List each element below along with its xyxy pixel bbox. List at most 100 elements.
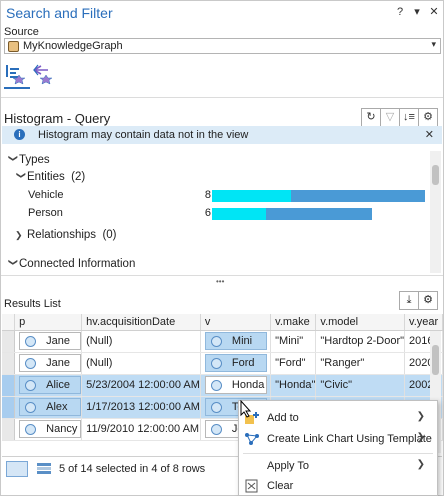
column-header-year[interactable]: v.year xyxy=(404,314,443,331)
person-cell[interactable]: Jane xyxy=(14,330,83,353)
vehicle-cell[interactable]: Honda xyxy=(200,374,272,397)
entity-icon xyxy=(210,424,222,435)
connections-mode-button[interactable] xyxy=(31,61,57,89)
acquisition-date-cell[interactable]: (Null) xyxy=(81,330,201,353)
person-entity-chip[interactable]: Alex xyxy=(19,398,81,416)
relationships-node[interactable]: ❯ Relationships (0) xyxy=(15,229,117,241)
person-cell[interactable]: Jane xyxy=(14,352,83,375)
person-entity-chip[interactable]: Alice xyxy=(19,376,81,394)
results-scrollbar-thumb[interactable] xyxy=(432,345,439,375)
vehicle-entity-name: Honda xyxy=(231,379,265,391)
title-bar-controls: ? ▾ ✕ xyxy=(395,6,439,18)
histogram-scrollbar[interactable] xyxy=(430,151,441,273)
splitter-grip-icon[interactable]: ••• xyxy=(216,277,224,286)
make-cell[interactable]: "Ford" xyxy=(270,352,317,375)
acquisition-date-cell[interactable]: 11/9/2010 12:00:00 AM xyxy=(81,418,201,441)
knowledge-graph-icon xyxy=(8,41,19,52)
vehicle-cell[interactable]: Mini xyxy=(200,330,272,353)
help-icon[interactable]: ? xyxy=(395,6,405,18)
histogram-mode-button[interactable] xyxy=(4,61,30,89)
chevron-down-icon: ▾ xyxy=(431,39,436,49)
entity-icon xyxy=(25,380,37,391)
chevron-down-icon: ❯ xyxy=(8,154,19,163)
connected-information-node[interactable]: ❯Connected Information xyxy=(7,258,136,270)
table-row[interactable]: Jane (Null) Mini "Mini" "Hardtop 2-Door" 2016 xyxy=(2,330,443,353)
row-header[interactable] xyxy=(2,374,16,397)
filter-button[interactable]: ▽ xyxy=(380,108,400,127)
person-entity-name: Jane xyxy=(46,335,70,347)
menu-item-clear[interactable]: Clear xyxy=(239,476,437,496)
dismiss-info-button[interactable]: ✕ xyxy=(425,128,434,141)
person-cell[interactable]: Alice xyxy=(14,374,83,397)
person-cell[interactable]: Alex xyxy=(14,396,83,419)
divider xyxy=(1,97,443,98)
export-button[interactable]: ⤓ xyxy=(399,291,419,310)
vehicle-entity-name: Ford xyxy=(231,357,255,369)
sort-button[interactable]: ↓≡ xyxy=(399,108,419,127)
row-header[interactable] xyxy=(2,396,16,419)
histogram-toolbar: ↻ ▽ ↓≡ ⚙ xyxy=(361,108,438,127)
clear-icon xyxy=(245,479,258,493)
make-cell[interactable]: "Mini" xyxy=(270,330,317,353)
column-header-acquisition-date[interactable]: hv.acquisitionDate xyxy=(81,314,201,331)
person-cell[interactable]: Nancy xyxy=(14,418,83,441)
entity-icon xyxy=(210,380,222,391)
entity-icon xyxy=(25,402,37,413)
column-header-make[interactable]: v.make xyxy=(270,314,317,331)
row-header[interactable] xyxy=(2,418,16,441)
make-cell[interactable]: "Honda" xyxy=(270,374,317,397)
results-list-label: Results List xyxy=(4,298,61,310)
acquisition-date-cell[interactable]: 5/23/2004 12:00:00 AM xyxy=(81,374,201,397)
person-highlight-bar[interactable] xyxy=(212,208,266,220)
vehicle-entity-chip[interactable]: Mini xyxy=(204,332,267,350)
entity-label-vehicle: Vehicle xyxy=(28,189,64,201)
acquisition-date-cell[interactable]: (Null) xyxy=(81,352,201,375)
refresh-button[interactable]: ↻ xyxy=(361,108,381,127)
table-row[interactable]: Jane (Null) Ford "Ford" "Ranger" 2020 xyxy=(2,352,443,375)
menu-item-apply-to[interactable]: Apply To ❯ xyxy=(239,456,437,476)
chevron-right-icon: ❯ xyxy=(416,459,425,470)
close-icon[interactable]: ✕ xyxy=(429,6,439,18)
column-header-v[interactable]: v xyxy=(200,314,272,331)
show-all-button[interactable] xyxy=(6,461,28,477)
model-cell[interactable]: "Ranger" xyxy=(315,352,406,375)
person-entity-chip[interactable]: Nancy xyxy=(19,420,81,438)
settings-button[interactable]: ⚙ xyxy=(418,108,438,127)
histogram-title: Histogram - Query xyxy=(4,111,111,126)
info-message-bar: i Histogram may contain data not in the … xyxy=(2,126,442,144)
vehicle-highlight-bar[interactable] xyxy=(212,190,291,202)
entities-node[interactable]: ❯Entities (2) xyxy=(15,171,86,183)
results-toolbar: ⤓ ⚙ xyxy=(399,291,438,310)
entity-icon xyxy=(25,358,37,369)
options-dropdown-icon[interactable]: ▾ xyxy=(412,6,422,18)
vehicle-entity-chip[interactable]: Honda xyxy=(204,376,267,394)
person-entity-chip[interactable]: Jane xyxy=(19,354,81,372)
table-row[interactable]: Alice 5/23/2004 12:00:00 AM Honda "Honda" "C… xyxy=(2,374,443,397)
show-selected-icon[interactable] xyxy=(37,463,51,474)
person-entity-name: Alice xyxy=(46,379,70,391)
model-cell[interactable]: "Hardtop 2-Door" xyxy=(315,330,406,353)
divider xyxy=(1,275,443,276)
column-header-p[interactable]: p xyxy=(14,314,83,331)
person-entity-chip[interactable]: Jane xyxy=(19,332,81,350)
acquisition-date-cell[interactable]: 1/17/2013 12:00:00 AM xyxy=(81,396,201,419)
entity-label-person: Person xyxy=(28,207,63,219)
link-chart-icon xyxy=(245,433,259,445)
vehicle-cell[interactable]: Ford xyxy=(200,352,272,375)
results-settings-button[interactable]: ⚙ xyxy=(418,291,438,310)
source-dropdown[interactable]: MyKnowledgeGraph ▾ xyxy=(4,38,441,54)
model-cell[interactable]: "Civic" xyxy=(315,374,406,397)
histogram-mode-icon xyxy=(6,65,26,85)
chevron-down-icon: ❯ xyxy=(8,258,19,267)
histogram-scrollbar-thumb[interactable] xyxy=(432,165,439,185)
menu-item-add-to[interactable]: Add to ❯ xyxy=(239,408,437,428)
column-header-model[interactable]: v.model xyxy=(315,314,406,331)
entity-icon xyxy=(210,358,222,369)
menu-item-create-link-chart[interactable]: Create Link Chart Using Template ❯ xyxy=(239,429,437,449)
row-header[interactable] xyxy=(2,330,16,353)
types-node[interactable]: ❯Types xyxy=(7,154,50,166)
chevron-right-icon: ❯ xyxy=(15,230,23,240)
mouse-cursor-icon xyxy=(240,400,252,418)
vehicle-entity-chip[interactable]: Ford xyxy=(204,354,267,372)
row-header[interactable] xyxy=(2,352,16,375)
